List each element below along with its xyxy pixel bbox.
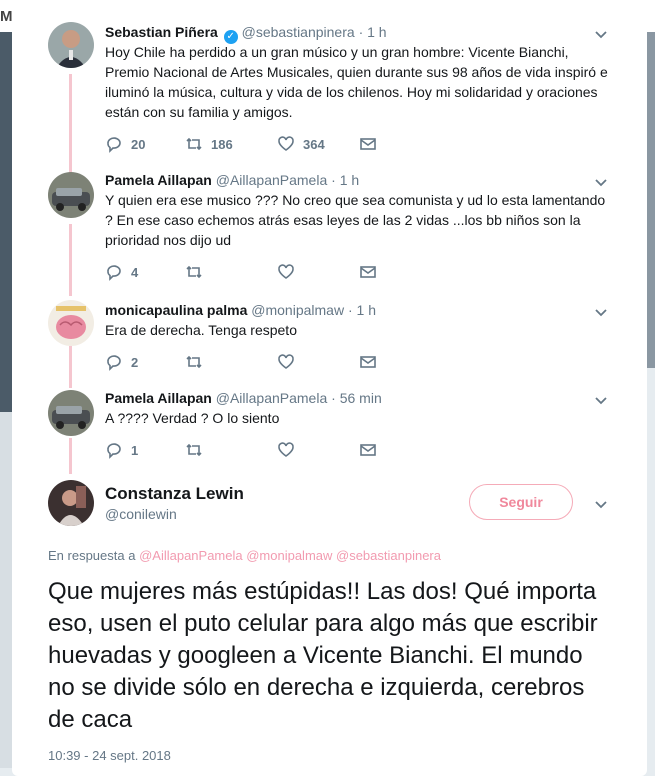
tweet-timestamp[interactable]: 10:39 - 24 sept. 2018	[48, 748, 171, 763]
reply-prefix: En respuesta a	[48, 548, 136, 563]
display-name[interactable]: Sebastian Piñera	[105, 24, 218, 40]
retweet-icon	[186, 355, 202, 369]
tweet-time[interactable]: 1 h	[357, 302, 376, 318]
like-count: 364	[303, 136, 325, 152]
separator-dot: ·	[358, 24, 364, 40]
tweet-actions: 4	[105, 262, 505, 282]
tweet-text: Hoy Chile ha perdido a un gran músico y …	[105, 44, 608, 120]
tweet-header: Pamela Aillapan @AillapanPamela · 56 min	[105, 390, 382, 406]
envelope-icon	[360, 356, 376, 368]
tweet-actions: 1	[105, 440, 505, 460]
reply-count: 2	[131, 354, 139, 370]
user-handle[interactable]: @monipalmaw	[251, 302, 344, 318]
avatar[interactable]	[48, 390, 94, 436]
avatar[interactable]	[48, 22, 94, 68]
retweet-count: 186	[211, 136, 233, 152]
dm-button[interactable]	[359, 440, 377, 460]
tweet-text: A ???? Verdad ? O lo siento	[105, 410, 280, 426]
user-handle[interactable]: @conilewin	[105, 506, 177, 522]
retweet-button[interactable]	[185, 262, 203, 282]
reply-button[interactable]: 4	[105, 262, 138, 282]
reply-icon	[107, 355, 121, 371]
dm-button[interactable]	[359, 262, 377, 282]
heart-icon	[278, 264, 294, 279]
tweet-text: Que mujeres más estúpidas!! Las dos! Qué…	[48, 578, 598, 733]
reply-icon	[107, 265, 121, 281]
tweet-actions: 20 186 364	[105, 134, 505, 154]
chevron-down-icon[interactable]	[593, 304, 609, 320]
chevron-down-icon[interactable]	[593, 174, 609, 190]
chevron-down-icon[interactable]	[593, 496, 609, 512]
reply-mentions[interactable]: @AillapanPamela @monipalmaw @sebastianpi…	[139, 548, 441, 563]
chevron-down-icon[interactable]	[593, 392, 609, 408]
chevron-down-icon[interactable]	[593, 26, 609, 42]
tweet-text: Y quien era ese musico ??? No creo que s…	[105, 192, 606, 248]
thread-connector	[69, 224, 72, 296]
tweet-time[interactable]: 1 h	[340, 172, 359, 188]
follow-button[interactable]: Seguir	[469, 484, 573, 520]
envelope-icon	[360, 444, 376, 456]
avatar[interactable]	[48, 300, 94, 346]
display-name[interactable]: monicapaulina palma	[105, 302, 247, 318]
heart-icon	[278, 354, 294, 369]
reply-button[interactable]: 20	[105, 134, 145, 154]
avatar[interactable]	[48, 480, 94, 526]
tweet-modal: Sebastian Piñera ✓ @sebastianpinera · 1 …	[12, 6, 647, 776]
reply-count: 4	[131, 264, 139, 280]
separator-dot: ·	[347, 302, 353, 318]
heart-icon	[278, 136, 294, 151]
reply-count: 20	[131, 136, 146, 152]
retweet-button[interactable]	[185, 352, 203, 372]
user-handle[interactable]: @sebastianpinera	[242, 24, 355, 40]
retweet-button[interactable]: 186	[185, 134, 233, 154]
reply-button[interactable]: 1	[105, 440, 138, 460]
like-button[interactable]	[277, 352, 295, 372]
like-button[interactable]: 364	[277, 134, 325, 154]
thread-connector	[69, 74, 72, 174]
tweet-time[interactable]: 56 min	[340, 390, 382, 406]
tweet-time[interactable]: 1 h	[367, 24, 386, 40]
avatar[interactable]	[48, 172, 94, 218]
reply-icon	[107, 137, 121, 153]
retweet-icon	[186, 443, 202, 457]
envelope-icon	[360, 266, 376, 278]
display-name[interactable]: Pamela Aillapan	[105, 172, 212, 188]
separator-dot: ·	[331, 172, 336, 188]
heart-icon	[278, 442, 294, 457]
user-handle[interactable]: @AillapanPamela	[216, 172, 328, 188]
reply-count: 1	[131, 442, 139, 458]
retweet-icon	[186, 137, 202, 151]
tweet-header: monicapaulina palma @monipalmaw · 1 h	[105, 302, 376, 318]
thread-connector	[69, 346, 72, 388]
background-letter: M	[0, 8, 13, 25]
separator-dot: ·	[331, 390, 336, 406]
like-button[interactable]	[277, 440, 295, 460]
envelope-icon	[360, 138, 376, 150]
tweet-header: Pamela Aillapan @AillapanPamela · 1 h	[105, 172, 359, 188]
reply-context: En respuesta a @AillapanPamela @monipalm…	[48, 548, 441, 563]
tweet-text: Era de derecha. Tenga respeto	[105, 322, 297, 338]
retweet-icon	[186, 265, 202, 279]
reply-button[interactable]: 2	[105, 352, 138, 372]
tweet-actions: 2	[105, 352, 505, 372]
thread-connector	[69, 438, 72, 474]
display-name[interactable]: Constanza Lewin	[105, 484, 244, 504]
like-button[interactable]	[277, 262, 295, 282]
retweet-button[interactable]	[185, 440, 203, 460]
reply-icon	[107, 443, 121, 459]
dm-button[interactable]	[359, 352, 377, 372]
dm-button[interactable]	[359, 134, 377, 154]
user-handle[interactable]: @AillapanPamela	[216, 390, 328, 406]
tweet-header: Sebastian Piñera ✓ @sebastianpinera · 1 …	[105, 24, 387, 44]
display-name[interactable]: Pamela Aillapan	[105, 390, 212, 406]
